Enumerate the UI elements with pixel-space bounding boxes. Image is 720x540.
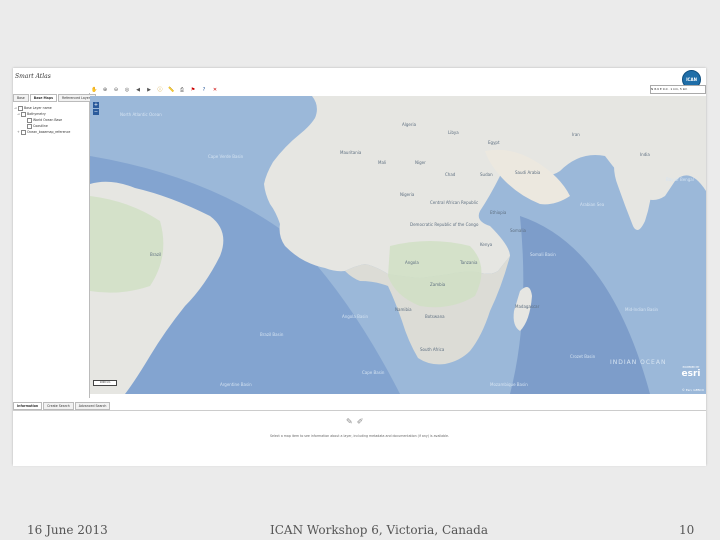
map-label: Central African Republic xyxy=(430,200,478,205)
tab-information[interactable]: Information xyxy=(13,402,43,410)
forward-icon[interactable]: ▶ xyxy=(146,87,152,93)
layer-checkbox[interactable] xyxy=(27,123,32,129)
app-window: Smart Atlas ICAN ✋ ⊕ ⊖ ◎ ◀ ▶ ⓘ 📏 ⎙ ⚑ ? ✕… xyxy=(13,68,706,466)
layer-label: Coastline xyxy=(33,124,48,128)
tab-advanced-search[interactable]: Advanced Search xyxy=(74,402,111,410)
layer-label: Ocean_basemap_reference xyxy=(27,130,71,134)
map-label: Saudi Arabia xyxy=(515,170,541,175)
map-label: Brazil xyxy=(150,252,161,257)
back-icon[interactable]: ◀ xyxy=(135,87,141,93)
layer-checkbox[interactable] xyxy=(27,117,32,123)
layer-tree-item[interactable]: + Ocean_basemap_reference xyxy=(14,129,88,135)
info-tabs: Information Create Search Advanced Searc… xyxy=(13,402,111,410)
pan-icon[interactable]: ✋ xyxy=(91,87,97,93)
map-label: Nigeria xyxy=(400,192,415,197)
info-icon[interactable]: ⓘ xyxy=(157,87,163,93)
bookmark-icon[interactable]: ⚑ xyxy=(190,87,196,93)
map-label: Cape Verde Basin xyxy=(208,154,244,159)
map-label: Egypt xyxy=(488,140,500,145)
info-icons: ✎ ✐ xyxy=(346,417,367,426)
map-label: Democratic Republic of the Congo xyxy=(410,222,479,227)
layer-label: World Ocean Base xyxy=(33,118,63,122)
map-label: Tanzania xyxy=(459,260,478,265)
full-extent-icon[interactable]: ◎ xyxy=(124,87,130,93)
print-icon[interactable]: ⎙ xyxy=(179,87,185,93)
zoom-out-button[interactable]: − xyxy=(93,109,99,115)
feature-info-icon[interactable]: ✎ xyxy=(346,417,353,426)
measure-icon[interactable]: 📏 xyxy=(168,87,174,93)
map-label: North Atlantic Ocean xyxy=(120,112,162,117)
information-message: Select a map item to see information abo… xyxy=(269,434,450,438)
footer-date: 16 June 2013 xyxy=(27,523,108,537)
map-label: Somalia xyxy=(510,228,527,233)
layer-checkbox[interactable] xyxy=(21,129,26,135)
basemap-svg: North Atlantic Ocean Cape Verde Basin Al… xyxy=(90,96,706,394)
clear-icon[interactable]: ✕ xyxy=(212,87,218,93)
layer-info-icon[interactable]: ✐ xyxy=(357,417,364,426)
map-label: Niger xyxy=(415,160,426,165)
map-label: Sudan xyxy=(480,172,493,177)
map-label: Kenya xyxy=(480,242,493,247)
layer-checkbox[interactable] xyxy=(21,111,26,117)
zoom-in-icon[interactable]: ⊕ xyxy=(102,87,108,93)
help-icon[interactable]: ? xyxy=(201,87,207,93)
map-label: Ethiopia xyxy=(490,210,507,215)
map-label: Bay of Bengal xyxy=(666,177,694,182)
map-label: Cape Basin xyxy=(362,370,385,375)
map-label: Mauritania xyxy=(340,150,362,155)
map-label: Brazil Basin xyxy=(260,332,284,337)
map-label: Angola xyxy=(405,260,419,265)
map-label: Angola Basin xyxy=(342,314,368,319)
app-title: Smart Atlas xyxy=(15,73,51,80)
map-label: Crozet Basin xyxy=(570,354,596,359)
layer-tree: ⊿ Base Layer name ⊿ Bathymetry World Ocean… xyxy=(14,105,88,135)
esri-name: esri xyxy=(681,369,701,379)
tab-base[interactable]: Base xyxy=(13,94,29,102)
scale-bar: 1000 km xyxy=(93,380,117,386)
map-label: South Africa xyxy=(420,347,445,352)
map-label: Somali Basin xyxy=(530,252,556,257)
layer-label: Bathymetry xyxy=(27,112,46,116)
map-label: INDIAN OCEAN xyxy=(610,359,666,366)
esri-logo[interactable]: POWERED BY esri xyxy=(678,366,704,380)
map-label: Argentine Basin xyxy=(220,382,252,387)
map-credit: © Esri, GEBCO xyxy=(681,388,704,392)
map-label: Algeria xyxy=(402,122,417,127)
map-label: Mozambique Basin xyxy=(490,382,528,387)
map-label: Zambia xyxy=(430,282,446,287)
layer-checkbox[interactable] xyxy=(18,105,23,111)
tab-create-search[interactable]: Create Search xyxy=(43,402,74,410)
information-panel: ✎ ✐ Select a map item to see information … xyxy=(13,410,706,466)
map-label: Namibia xyxy=(395,307,412,312)
footer-event: ICAN Workshop 6, Victoria, Canada xyxy=(270,523,488,537)
layers-panel: Base Base Maps Referenced Layers ⊿ Base L… xyxy=(13,93,96,398)
zoom-control: + − xyxy=(93,102,99,116)
map-label: Arabian Sea xyxy=(580,202,605,207)
map-label: Chad xyxy=(445,172,456,177)
layers-tabs: Base Base Maps Referenced Layers xyxy=(13,94,97,102)
map-label: Mid-Indian Basin xyxy=(625,307,659,312)
map-toolbar: ✋ ⊕ ⊖ ◎ ◀ ▶ ⓘ 📏 ⎙ ⚑ ? ✕ xyxy=(91,85,615,94)
map-label: Madagascar xyxy=(515,304,540,309)
map-label: India xyxy=(640,152,650,157)
coordinate-readout: N 8.9 E 9.0 · 1 km, 5 km xyxy=(650,85,706,94)
map-view[interactable]: North Atlantic Ocean Cape Verde Basin Al… xyxy=(90,96,706,394)
tab-base-maps[interactable]: Base Maps xyxy=(29,94,58,102)
layer-label: Base Layer name xyxy=(24,106,52,110)
zoom-out-icon[interactable]: ⊖ xyxy=(113,87,119,93)
map-label: Botswana xyxy=(425,314,445,319)
map-label: Mali xyxy=(378,160,386,165)
zoom-in-button[interactable]: + xyxy=(93,102,99,108)
map-label: Iran xyxy=(572,132,580,137)
footer-page-number: 10 xyxy=(679,523,695,537)
map-label: Libya xyxy=(448,130,459,135)
